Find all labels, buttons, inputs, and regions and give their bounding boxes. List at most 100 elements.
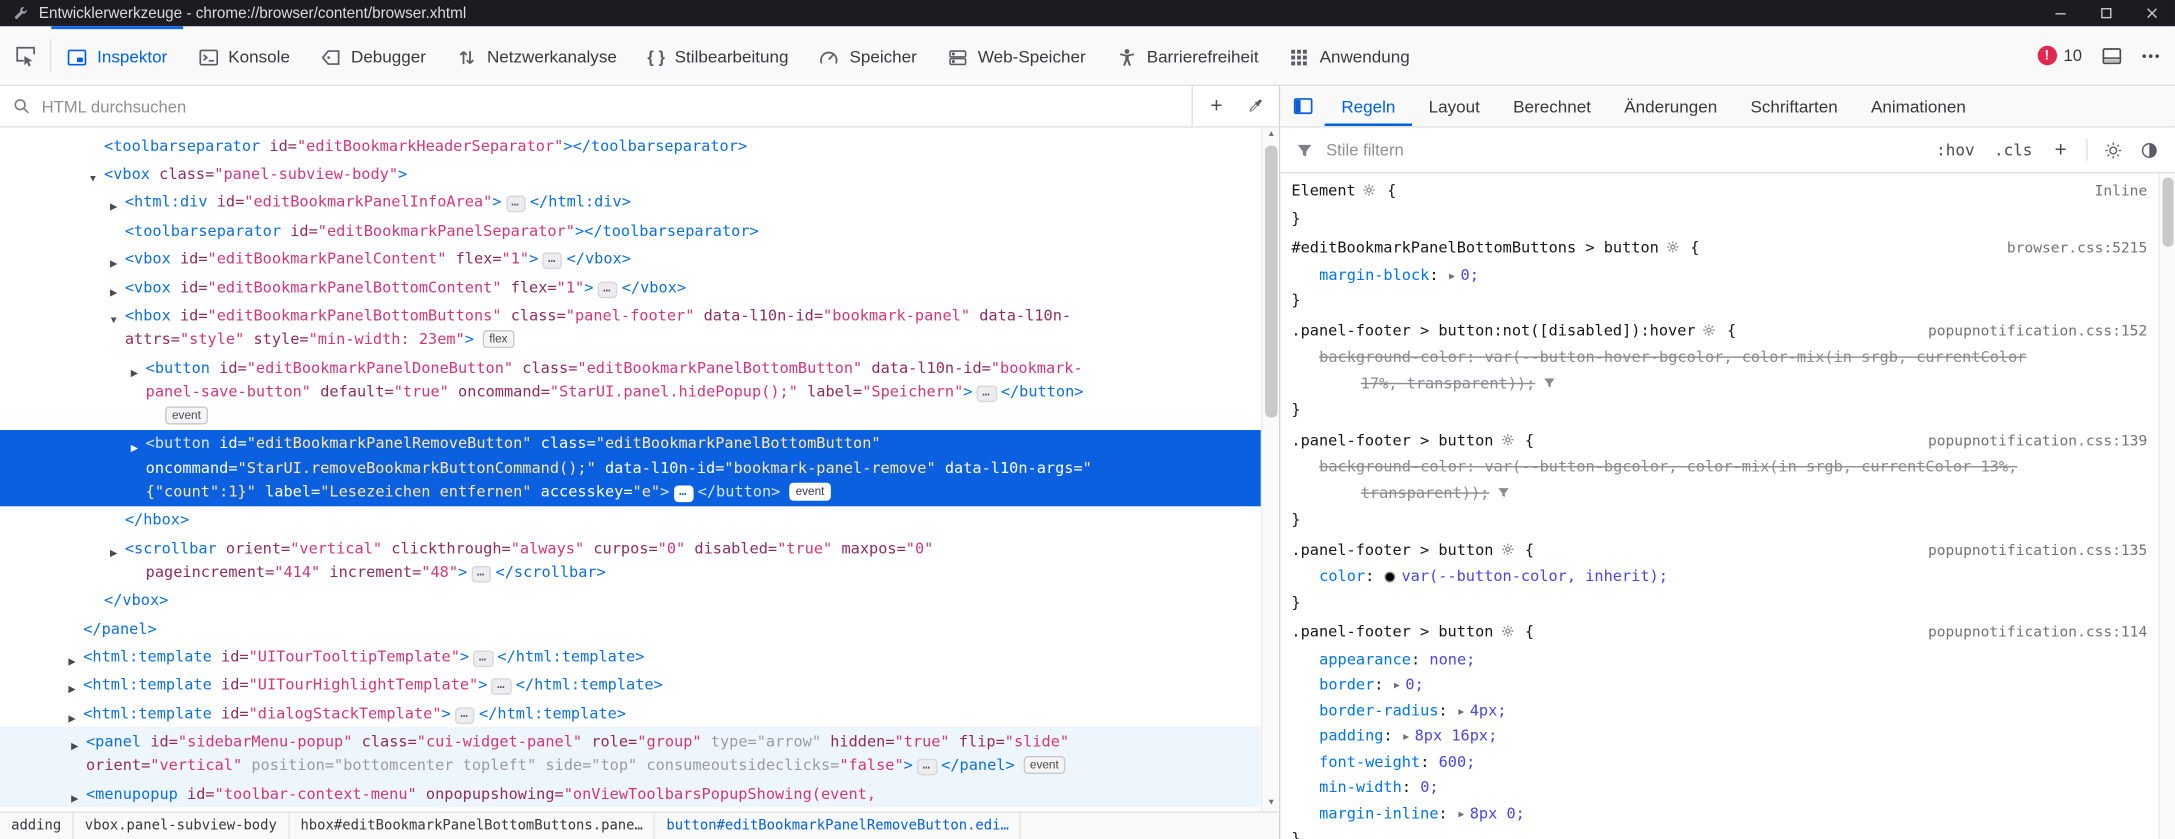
css-property-name[interactable]: color	[1319, 567, 1365, 585]
collapsed-content-pill[interactable]: …	[542, 253, 562, 270]
selector-highlighter-icon[interactable]	[1500, 621, 1514, 647]
selector-highlighter-icon[interactable]	[1666, 237, 1680, 263]
markup-node[interactable]: <toolbarseparator id="editBookmarkHeader…	[0, 132, 1261, 160]
css-declaration[interactable]: appearance: none;	[1280, 647, 2158, 673]
tab-speicher[interactable]: Speicher	[804, 26, 932, 84]
css-property-name[interactable]: border-radius	[1319, 701, 1438, 719]
event-badge[interactable]: event	[1023, 756, 1066, 774]
pseudo-class-panel-button[interactable]: :hov	[1926, 140, 1984, 159]
css-property-name[interactable]: border	[1319, 676, 1374, 694]
breadcrumb-item[interactable]: hbox#editBookmarkPanelBottomButtons.pane…	[289, 813, 655, 839]
css-property-value[interactable]: var(--button-hover-bgcolor, color-mix(in…	[1485, 348, 2027, 366]
collapsed-content-pill[interactable]: …	[492, 679, 512, 696]
css-property-value[interactable]: var(--button-bgcolor, color-mix(in srgb,…	[1485, 458, 2018, 476]
css-declaration[interactable]: min-width: 0;	[1280, 775, 2158, 801]
markup-node[interactable]: ▶<scrollbar orient="vertical" clickthrou…	[0, 534, 1261, 586]
style-filter-input[interactable]	[1323, 139, 1926, 161]
css-property-value[interactable]: var(--button-color, inherit);	[1401, 567, 1667, 585]
markup-node[interactable]: ▶<menupopup id="toolbar-context-menu" on…	[0, 780, 1261, 808]
markup-node[interactable]: <toolbarseparator id="editBookmarkPanelS…	[0, 217, 1261, 245]
expand-shorthand-icon[interactable]: ▶	[1394, 680, 1400, 691]
add-rule-button[interactable]: +	[2042, 138, 2079, 162]
expand-arrow-icon[interactable]: ▶	[64, 650, 81, 668]
selector-highlighter-icon[interactable]	[1500, 429, 1514, 455]
sidebar-tab-schriftarten[interactable]: Schriftarten	[1734, 86, 1855, 126]
markup-node[interactable]: ▶<vbox id="editBookmarkPanelContent" fle…	[0, 245, 1261, 273]
window-maximize-button[interactable]	[2083, 0, 2129, 26]
css-declaration[interactable]: margin-block: ▶0;	[1280, 263, 2158, 289]
expand-arrow-icon[interactable]: ▶	[67, 787, 84, 805]
sidebar-tab-änderungen[interactable]: Änderungen	[1608, 86, 1734, 126]
css-declaration[interactable]: margin-inline: ▶8px 0;	[1280, 801, 2158, 827]
markup-node[interactable]: ▶<html:template id="UITourHighlightTempl…	[0, 671, 1261, 699]
markup-node[interactable]: ▼<vbox class="panel-subview-body">	[0, 160, 1261, 188]
selector-highlighter-icon[interactable]	[1363, 180, 1377, 206]
sidebar-tab-berechnet[interactable]: Berechnet	[1497, 86, 1608, 126]
collapsed-content-pill[interactable]: …	[977, 385, 997, 402]
tab-anwendung[interactable]: Anwendung	[1274, 26, 1425, 84]
css-declaration[interactable]: transparent));	[1280, 481, 2158, 508]
css-property-value[interactable]: 17%, transparent));	[1361, 374, 1536, 392]
css-property-name[interactable]: background-color	[1319, 348, 1466, 366]
css-declaration[interactable]: color: var(--button-color, inherit);	[1280, 565, 2158, 591]
sidebar-tab-regeln[interactable]: Regeln	[1325, 86, 1412, 126]
markup-view[interactable]: <toolbarseparator id="editBookmarkHeader…	[0, 128, 1279, 812]
dark-scheme-button[interactable]	[2131, 132, 2167, 168]
html-search-input[interactable]	[39, 95, 1192, 117]
markup-node[interactable]: ▶<button id="editBookmarkPanelDoneButton…	[0, 354, 1261, 430]
tab-barrierefreiheit[interactable]: Barrierefreiheit	[1101, 26, 1274, 84]
stylesheet-source[interactable]: browser.css:5215	[2007, 236, 2147, 262]
css-property-name[interactable]: margin-block	[1319, 266, 1429, 284]
window-close-button[interactable]	[2129, 0, 2175, 26]
css-property-name[interactable]: appearance	[1319, 650, 1411, 668]
collapse-arrow-icon[interactable]: ▼	[105, 309, 122, 327]
stylesheet-source[interactable]: popupnotification.css:139	[1928, 428, 2147, 454]
css-declaration[interactable]: font-weight: 600;	[1280, 750, 2158, 776]
markup-node[interactable]: ▶<vbox id="editBookmarkPanelBottomConten…	[0, 273, 1261, 301]
css-property-name[interactable]: background-color	[1319, 458, 1466, 476]
color-swatch[interactable]	[1385, 571, 1396, 582]
rules-scrollbar[interactable]	[2158, 173, 2175, 839]
css-declaration[interactable]: background-color: var(--button-hover-bgc…	[1280, 345, 2158, 371]
expand-shorthand-icon[interactable]: ▶	[1449, 270, 1455, 281]
markup-node[interactable]: ▶<html:template id="UITourTooltipTemplat…	[0, 643, 1261, 671]
css-declaration[interactable]: border: ▶0;	[1280, 673, 2158, 699]
css-selector[interactable]: .panel-footer > button	[1291, 431, 1493, 449]
markup-scrollbar-thumb[interactable]	[1265, 146, 1277, 418]
event-badge[interactable]: event	[165, 406, 208, 424]
css-property-value[interactable]: 8px 0;	[1470, 804, 1525, 822]
light-scheme-button[interactable]	[2095, 132, 2131, 168]
collapsed-content-pill[interactable]: …	[471, 566, 491, 583]
selector-highlighter-icon[interactable]	[1500, 539, 1514, 565]
expand-arrow-icon[interactable]: ▶	[67, 735, 84, 753]
css-declaration[interactable]: border-radius: ▶4px;	[1280, 698, 2158, 724]
tab-inspektor[interactable]: Inspektor	[51, 26, 182, 84]
stylesheet-source[interactable]: popupnotification.css:135	[1928, 538, 2147, 564]
collapsed-content-pill[interactable]: …	[673, 485, 693, 502]
markup-node[interactable]: ▶<panel id="sidebarMenu-popup" class="cu…	[0, 727, 1261, 779]
css-property-value[interactable]: transparent));	[1361, 483, 1490, 501]
breadcrumb-item[interactable]: adding	[0, 813, 74, 839]
css-property-value[interactable]: none;	[1429, 650, 1475, 668]
breadcrumb-item[interactable]: button#editBookmarkPanelRemoveButton.edi…	[655, 813, 1021, 839]
expand-arrow-icon[interactable]: ▶	[105, 281, 122, 299]
expand-arrow-icon[interactable]: ▶	[105, 542, 122, 560]
css-property-name[interactable]: font-weight	[1319, 753, 1420, 771]
breadcrumb-item[interactable]: vbox.panel-subview-body	[74, 813, 290, 839]
css-declaration[interactable]: background-color: var(--button-bgcolor, …	[1280, 455, 2158, 481]
selector-highlighter-icon[interactable]	[1703, 320, 1717, 346]
tab-stilbearbeitung[interactable]: { }Stilbearbeitung	[632, 26, 804, 84]
css-selector[interactable]: .panel-footer > button:not([disabled]):h…	[1291, 321, 1695, 339]
collapse-arrow-icon[interactable]: ▼	[85, 168, 102, 186]
expand-shorthand-icon[interactable]: ▶	[1403, 731, 1409, 742]
class-panel-button[interactable]: .cls	[1984, 140, 2042, 159]
tab-web-speicher[interactable]: Web-Speicher	[932, 26, 1101, 84]
expand-shorthand-icon[interactable]: ▶	[1458, 705, 1464, 716]
expand-arrow-icon[interactable]: ▶	[64, 707, 81, 725]
three-pane-toggle-button[interactable]	[1280, 86, 1324, 126]
css-selector[interactable]: .panel-footer > button	[1291, 540, 1493, 558]
expand-arrow-icon[interactable]: ▶	[126, 437, 143, 455]
stylesheet-source[interactable]: popupnotification.css:114	[1928, 620, 2147, 646]
markup-node[interactable]: ▶<button id="editBookmarkPanelRemoveButt…	[0, 430, 1261, 506]
css-property-value[interactable]: 0;	[1405, 676, 1423, 694]
